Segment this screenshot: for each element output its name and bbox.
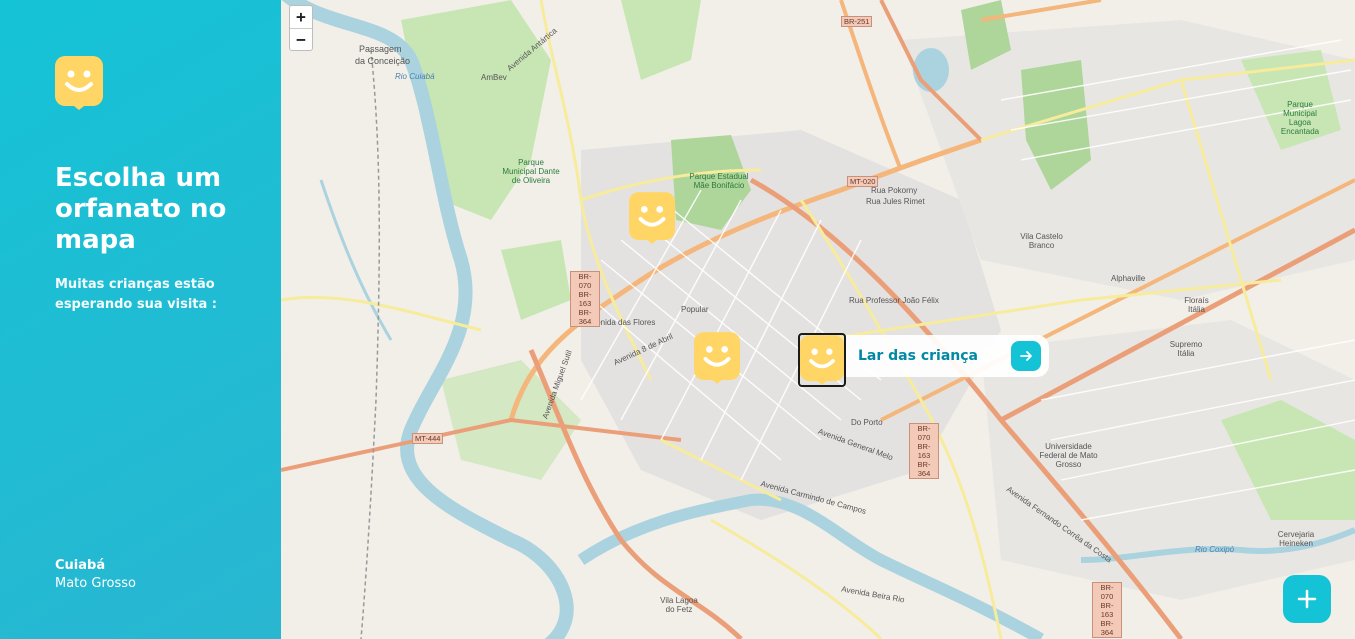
map-label-vila-castelo: Vila Castelo Branco	[1020, 232, 1063, 250]
road-shield-br251: BR-251	[841, 16, 873, 27]
map-label-parque-lagoa: Parque Municipal Lagoa Encantada	[1280, 100, 1320, 136]
map-label-do-porto: Do Porto	[851, 418, 883, 427]
zoom-in-button[interactable]: +	[290, 6, 312, 28]
road-shield-br-1: BR-070 BR-163 BR-364	[570, 271, 600, 327]
map-label-conceicao: da Conceição	[355, 56, 411, 66]
add-orphanage-button[interactable]	[1283, 575, 1331, 623]
map-label-rua-prof: Rua Professor João Félix	[849, 296, 939, 305]
map[interactable]: Passagem da Conceição Rio Cuiabá AmBev P…	[281, 0, 1355, 639]
road-shield-br-3: BR-070 BR-163 BR-364	[1092, 582, 1122, 638]
open-orphanage-button[interactable]	[1011, 341, 1041, 371]
logo-icon	[55, 56, 103, 110]
map-label-rua-jules: Rua Jules Rimet	[866, 197, 925, 206]
zoom-out-button[interactable]: −	[290, 28, 312, 50]
happy-face-icon	[800, 335, 844, 385]
map-label-vila-lagoa: Vila Lagoa do Fetz	[660, 596, 698, 614]
map-label-supremo: Supremo Itália	[1169, 340, 1203, 358]
map-label-rio-coxipo: Rio Coxipó	[1195, 545, 1235, 554]
map-label-passagem: Passagem	[359, 44, 402, 54]
map-label-ufmt: Universidade Federal de Mato Grosso	[1039, 442, 1098, 469]
map-label-rua-pokorny: Rua Pokorny	[871, 186, 918, 195]
map-label-florais: Floraís Itália	[1184, 296, 1209, 314]
map-label-cervejaria: Cervejaria Heineken	[1277, 530, 1315, 548]
plus-icon	[1297, 589, 1317, 609]
orphanage-marker[interactable]	[629, 192, 675, 244]
arrow-right-icon	[1020, 351, 1032, 361]
map-label-rio-cuiaba: Rio Cuiabá	[395, 72, 435, 81]
sidebar: Escolha um orfanato no mapa Muitas crian…	[0, 0, 281, 639]
orphanage-marker-selected[interactable]	[798, 333, 846, 387]
zoom-control: + −	[289, 5, 313, 51]
map-tiles[interactable]	[281, 0, 1355, 639]
road-shield-mt444: MT-444	[412, 433, 444, 444]
page-subtitle: Muitas crianças estão esperando sua visi…	[55, 277, 218, 312]
orphanage-marker[interactable]	[694, 332, 740, 384]
map-label-parque-mae: Parque Estadual Mãe Bonifácio	[689, 172, 749, 190]
location-state: Mato Grosso	[55, 576, 136, 591]
map-label-alphaville: Alphaville	[1111, 274, 1146, 283]
orphanage-popup: Lar das criança	[846, 335, 1049, 377]
map-label-popular: Popular	[681, 305, 709, 314]
location-city: Cuiabá	[55, 558, 106, 573]
road-shield-br-2: BR-070 BR-163 BR-364	[909, 423, 939, 479]
map-label-parque-dante: Parque Municipal Dante de Oliveira	[502, 158, 560, 185]
page-title: Escolha um orfanato no mapa	[55, 163, 227, 255]
road-shield-mt020: MT-020	[847, 176, 879, 187]
orphanage-name: Lar das criança	[858, 348, 978, 364]
map-label-ambev: AmBev	[481, 73, 507, 82]
location: Cuiabá Mato Grosso	[55, 557, 136, 593]
